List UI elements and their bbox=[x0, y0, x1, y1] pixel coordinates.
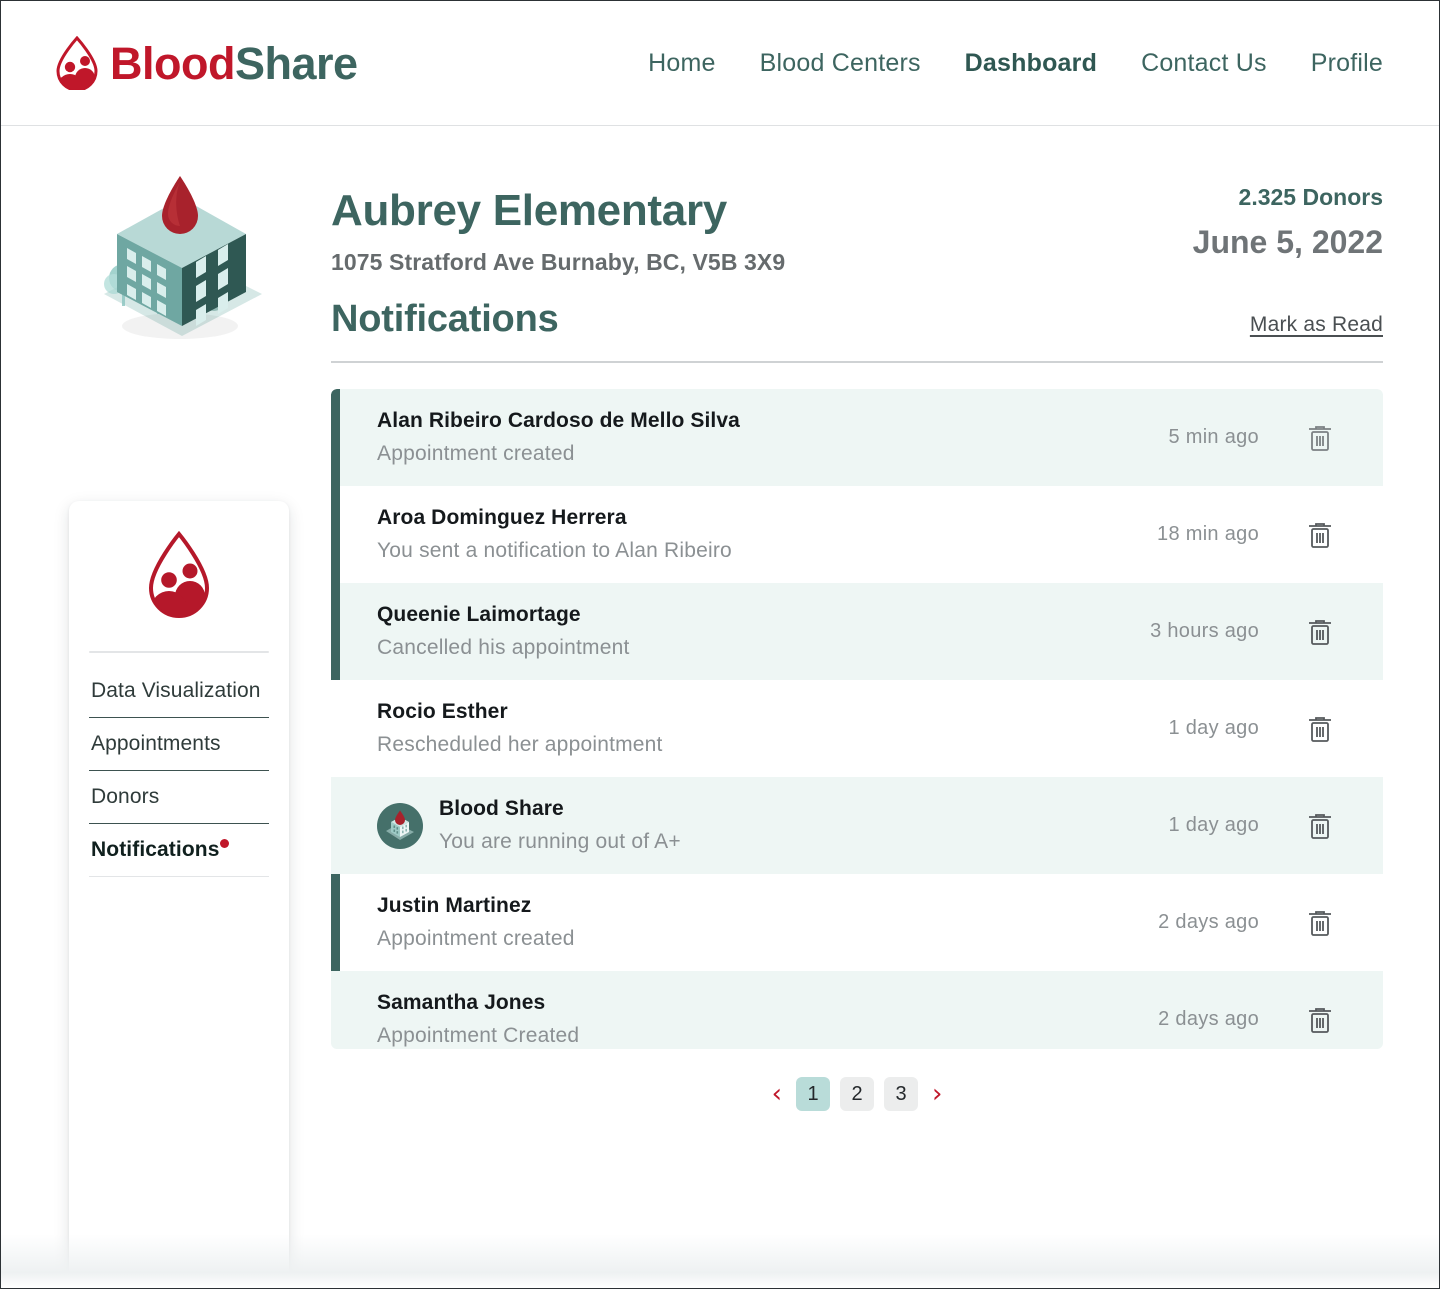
notification-name: Samantha Jones bbox=[377, 991, 546, 1014]
brand-title: BloodShare bbox=[110, 41, 358, 86]
sidebar-item-label: Notifications bbox=[91, 838, 220, 861]
notifications-heading: Notifications bbox=[331, 298, 559, 340]
donors-count: 2.325 Donors bbox=[1238, 184, 1383, 210]
notification-timestamp: 1 day ago bbox=[1168, 814, 1259, 836]
sidebar-item-label: Appointments bbox=[91, 732, 221, 755]
notification-timestamp: 18 min ago bbox=[1157, 523, 1259, 545]
page-button-2[interactable]: 2 bbox=[840, 1077, 874, 1111]
center-header: Aubrey Elementary 1075 Stratford Ave Bur… bbox=[331, 126, 1383, 275]
blood-drop-people-icon bbox=[142, 530, 216, 622]
notification-name: Aroa Dominguez Herrera bbox=[377, 506, 627, 529]
footer-band bbox=[1, 1234, 1439, 1288]
sidebar-item-appointments[interactable]: Appointments bbox=[89, 718, 269, 771]
notification-description: You sent a notification to Alan Ribeiro bbox=[377, 539, 732, 562]
notifications-header: Notifications Mark as Read bbox=[331, 298, 1383, 341]
main-panel: Aubrey Elementary 1075 Stratford Ave Bur… bbox=[331, 126, 1383, 1111]
brand-logo-link[interactable]: BloodShare bbox=[53, 35, 358, 92]
notification-row[interactable]: Samantha Jones Appointment Created 2 day… bbox=[331, 971, 1383, 1049]
trash-icon[interactable] bbox=[1305, 810, 1335, 842]
unread-indicator-bar bbox=[331, 583, 340, 680]
notification-timestamp: 3 hours ago bbox=[1150, 620, 1259, 642]
chevron-left-icon[interactable]: ‹ bbox=[768, 1081, 786, 1107]
notification-timestamp: 2 days ago bbox=[1158, 1008, 1259, 1030]
site-header: BloodShare Home Blood Centers Dashboard … bbox=[1, 1, 1439, 131]
notification-description: Cancelled his appointment bbox=[377, 636, 630, 659]
notification-row[interactable]: Alan Ribeiro Cardoso de Mello Silva Appo… bbox=[331, 389, 1383, 486]
notification-timestamp: 5 min ago bbox=[1168, 426, 1259, 448]
blood-drop-people-icon bbox=[53, 35, 101, 92]
page-button-3[interactable]: 3 bbox=[884, 1077, 918, 1111]
notification-body: Samantha Jones Appointment Created bbox=[377, 991, 1158, 1048]
sidebar-item-label: Data Visualization bbox=[91, 679, 261, 702]
current-date: June 5, 2022 bbox=[1192, 224, 1383, 260]
unread-indicator-bar bbox=[331, 389, 340, 486]
trash-icon[interactable] bbox=[1305, 616, 1335, 648]
notification-description: You are running out of A+ bbox=[439, 830, 681, 853]
sidebar-item-data-visualization[interactable]: Data Visualization bbox=[89, 665, 269, 718]
main-navigation: Home Blood Centers Dashboard Contact Us … bbox=[648, 49, 1383, 78]
notification-body: Rocio Esther Rescheduled her appointment bbox=[377, 700, 1168, 757]
page-root: BloodShare Home Blood Centers Dashboard … bbox=[0, 0, 1440, 1289]
sidebar-item-label: Donors bbox=[91, 785, 160, 808]
left-column bbox=[69, 166, 289, 351]
notification-name: Rocio Esther bbox=[377, 700, 508, 723]
notification-row[interactable]: Queenie Laimortage Cancelled his appoint… bbox=[331, 583, 1383, 680]
sidebar-item-notifications[interactable]: Notifications bbox=[89, 824, 269, 877]
notification-name: Justin Martinez bbox=[377, 894, 532, 917]
chevron-right-icon[interactable]: › bbox=[928, 1081, 946, 1107]
trash-icon[interactable] bbox=[1305, 422, 1335, 454]
nav-item-home[interactable]: Home bbox=[648, 49, 716, 78]
page-button-1[interactable]: 1 bbox=[796, 1077, 830, 1111]
notification-body: Queenie Laimortage Cancelled his appoint… bbox=[377, 603, 1150, 660]
notification-timestamp: 1 day ago bbox=[1168, 717, 1259, 739]
trash-icon[interactable] bbox=[1305, 713, 1335, 745]
notifications-list: Alan Ribeiro Cardoso de Mello Silva Appo… bbox=[331, 389, 1383, 1049]
notification-body: Justin Martinez Appointment created bbox=[377, 894, 1158, 951]
page-content: Data Visualization Appointments Donors N… bbox=[1, 126, 1439, 1288]
notification-row[interactable]: Rocio Esther Rescheduled her appointment… bbox=[331, 680, 1383, 777]
nav-item-contact-us[interactable]: Contact Us bbox=[1141, 49, 1267, 78]
notification-row[interactable]: Justin Martinez Appointment created 2 da… bbox=[331, 874, 1383, 971]
notification-row[interactable]: Blood Share You are running out of A+ 1 … bbox=[331, 777, 1383, 874]
dashboard-sidebar: Data Visualization Appointments Donors N… bbox=[69, 501, 289, 1288]
notification-description: Appointment created bbox=[377, 442, 575, 465]
notification-description: Appointment created bbox=[377, 927, 575, 950]
nav-item-dashboard[interactable]: Dashboard bbox=[965, 49, 1097, 78]
notification-name: Queenie Laimortage bbox=[377, 603, 581, 626]
notification-description: Rescheduled her appointment bbox=[377, 733, 663, 756]
notification-name: Blood Share bbox=[439, 797, 564, 820]
blood-center-building-avatar-icon bbox=[377, 802, 423, 849]
trash-icon[interactable] bbox=[1305, 1004, 1335, 1036]
notifications-list-viewport[interactable]: Alan Ribeiro Cardoso de Mello Silva Appo… bbox=[331, 389, 1383, 1049]
nav-item-profile[interactable]: Profile bbox=[1311, 49, 1383, 78]
notification-timestamp: 2 days ago bbox=[1158, 911, 1259, 933]
mark-as-read-link[interactable]: Mark as Read bbox=[1250, 313, 1383, 341]
notification-body: Blood Share You are running out of A+ bbox=[439, 797, 1168, 854]
unread-indicator-bar bbox=[331, 874, 340, 971]
pagination: ‹ 1 2 3 › bbox=[331, 1077, 1383, 1111]
brand-title-share: Share bbox=[234, 37, 358, 89]
unread-indicator-bar bbox=[331, 486, 340, 583]
isometric-blood-center-building-icon bbox=[84, 166, 274, 351]
notification-row[interactable]: Aroa Dominguez Herrera You sent a notifi… bbox=[331, 486, 1383, 583]
unread-badge-dot bbox=[220, 839, 230, 848]
sidebar-item-donors[interactable]: Donors bbox=[89, 771, 269, 824]
notification-body: Alan Ribeiro Cardoso de Mello Silva Appo… bbox=[377, 409, 1168, 466]
sidebar-menu: Data Visualization Appointments Donors N… bbox=[69, 653, 289, 877]
notification-name: Alan Ribeiro Cardoso de Mello Silva bbox=[377, 409, 740, 432]
section-divider bbox=[331, 361, 1383, 363]
notification-description: Appointment Created bbox=[377, 1024, 580, 1047]
trash-icon[interactable] bbox=[1305, 907, 1335, 939]
nav-item-blood-centers[interactable]: Blood Centers bbox=[760, 49, 921, 78]
sidebar-logo-wrapper bbox=[69, 501, 289, 651]
brand-title-blood: Blood bbox=[110, 37, 235, 89]
trash-icon[interactable] bbox=[1305, 519, 1335, 551]
notification-body: Aroa Dominguez Herrera You sent a notifi… bbox=[377, 506, 1157, 563]
